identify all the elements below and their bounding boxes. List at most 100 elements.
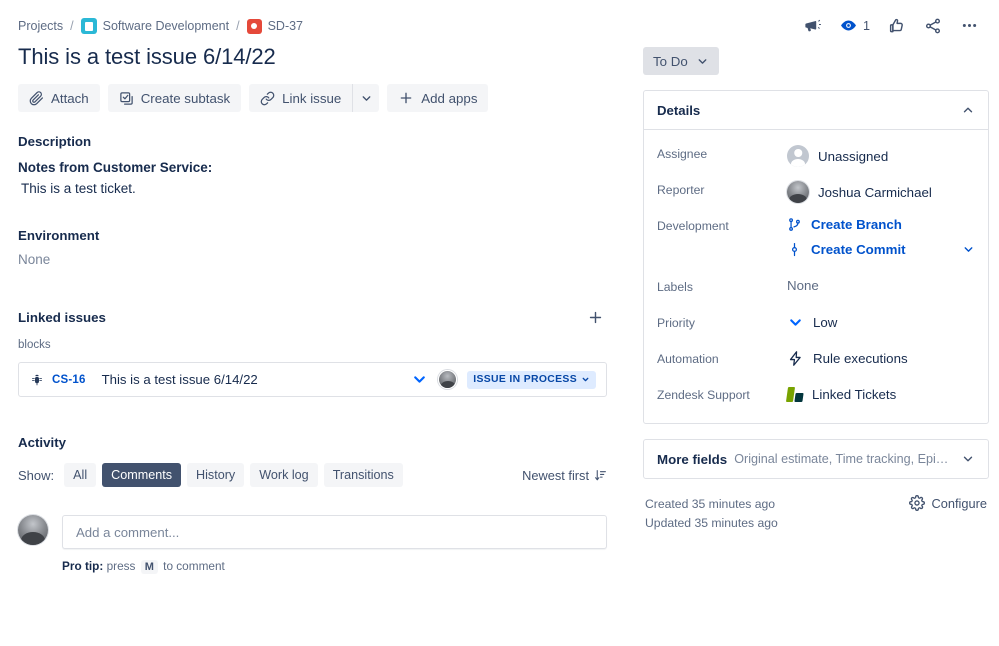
megaphone-icon [805,19,821,32]
automation-value-group[interactable]: Rule executions [787,350,975,367]
attach-button[interactable]: Attach [18,84,100,112]
breadcrumb-issue[interactable]: SD-37 [246,18,303,34]
watch-button[interactable]: 1 [840,17,870,34]
environment-heading: Environment [18,228,100,243]
current-user-avatar[interactable] [18,515,48,545]
created-timestamp: Created 35 minutes ago [645,497,776,511]
linked-issue-relationship: blocks [18,339,51,351]
development-label: Development [657,219,729,233]
linked-issue-key-link[interactable]: CS-16 [52,374,86,386]
chevron-up-icon [963,107,973,113]
pro-tip-hint: Pro tip: press M to comment [62,559,625,574]
breadcrumb-separator-2: / [236,19,240,33]
link-issue-label: Link issue [282,90,342,106]
description-body: This is a test ticket. [21,181,136,196]
priority-value-group[interactable]: Low [787,314,975,331]
environment-value: None [18,252,51,267]
breadcrumb-issue-key-link[interactable]: SD-37 [268,19,303,33]
pro-tip-suffix: to comment [163,559,225,573]
breadcrumb-project-link[interactable]: Software Development [103,19,229,33]
development-value-group: Create Branch Create Commit [787,217,975,267]
linked-issue-meta: ISSUE IN PROCESS [411,370,596,389]
breadcrumb: Projects / Software Development / SD-37 [0,0,625,34]
link-issue-dropdown-toggle[interactable] [352,84,379,112]
field-automation: Automation Rule executions [657,339,975,375]
issue-header-actions: 1 [643,0,989,35]
create-subtask-label: Create subtask [140,90,231,106]
chevron-down-icon [362,95,371,101]
link-icon [260,91,275,106]
field-assignee: Assignee Unassigned [657,134,975,170]
vote-button[interactable] [888,17,906,35]
create-subtask-button[interactable]: Create subtask [107,84,242,112]
share-button[interactable] [924,17,942,35]
more-actions-button[interactable] [960,16,979,35]
priority-low-icon [790,319,801,326]
activity-sort-button[interactable]: Newest first [522,468,607,483]
activity-filter-all[interactable]: All [64,463,97,487]
status-dropdown-button[interactable]: To Do [643,47,719,75]
zendesk-value-group[interactable]: Linked Tickets [785,386,975,402]
create-branch-row[interactable]: Create Branch [787,217,975,232]
details-panel-body: Assignee Unassigned Reporter Joshua Carm… [644,130,988,423]
create-branch-link[interactable]: Create Branch [811,217,902,232]
automation-value: Rule executions [813,351,908,366]
assignee-value-group[interactable]: Unassigned [787,145,975,167]
configure-button[interactable]: Configure [908,495,988,511]
activity-filter-transitions[interactable]: Transitions [323,463,403,487]
updated-timestamp: Updated 35 minutes ago [645,516,778,530]
link-issue-split-button: Link issue [249,84,380,112]
add-linked-issue-button[interactable] [583,305,607,329]
labels-value[interactable]: None [787,278,975,293]
watch-count: 1 [862,18,870,33]
more-fields-toggle[interactable]: More fields Original estimate, Time trac… [643,439,989,479]
activity-filter-work-log[interactable]: Work log [250,463,318,487]
description-bold-line: Notes from Customer Service: [18,160,213,175]
add-apps-label: Add apps [421,90,478,106]
status-badge-label: ISSUE IN PROCESS [473,374,577,385]
sort-label: Newest first [522,467,589,483]
development-expand-toggle[interactable] [962,243,975,256]
pro-tip-key: M [140,560,158,574]
create-commit-row[interactable]: Create Commit [787,242,975,257]
chevron-down-icon [963,456,973,462]
linked-issue-row[interactable]: CS-16 This is a test issue 6/14/22 ISSUE… [18,362,607,397]
activity-filter-comments[interactable]: Comments [102,463,182,487]
give-feedback-button[interactable] [803,16,822,35]
more-fields-chevron[interactable] [961,452,975,466]
configure-label: Configure [931,495,988,511]
linked-issue-priority-icon[interactable] [411,371,428,388]
project-avatar-icon [80,18,97,34]
description-heading: Description [18,134,92,149]
reporter-value-group[interactable]: Joshua Carmichael [787,181,975,203]
create-commit-link[interactable]: Create Commit [811,242,906,257]
add-apps-button[interactable]: Add apps [387,84,489,112]
subtask-icon [119,91,134,106]
branch-icon [789,218,800,231]
chevron-down-icon [698,58,707,64]
chevron-down-icon [964,247,973,252]
plus-icon [589,311,601,323]
linked-issues-heading: Linked issues [18,309,106,325]
linked-issue-assignee-avatar[interactable] [438,370,458,389]
breadcrumb-project[interactable]: Software Development [80,18,229,34]
status-current-label: To Do [653,53,688,69]
link-issue-button[interactable]: Link issue [249,84,352,112]
thumbs-up-icon [889,18,903,32]
reporter-label: Reporter [657,183,705,197]
linked-issue-status-badge[interactable]: ISSUE IN PROCESS [467,370,596,389]
activity-filter-history[interactable]: History [187,463,245,487]
linked-issues-header: Linked issues [18,305,607,329]
activity-filter-bar: Show: All Comments History Work log Tran… [18,463,607,487]
comment-input[interactable]: Add a comment... [62,515,607,549]
field-priority: Priority Low [657,303,975,339]
priority-label: Priority [657,316,695,330]
bug-glyph-icon [32,374,42,385]
details-panel-header[interactable]: Details [644,91,988,130]
commit-icon [792,242,797,257]
breadcrumb-projects-link[interactable]: Projects [18,19,63,33]
zendesk-icon [785,386,804,402]
gear-icon [908,495,925,511]
details-panel-title: Details [657,102,701,118]
field-labels: Labels None [657,267,975,303]
